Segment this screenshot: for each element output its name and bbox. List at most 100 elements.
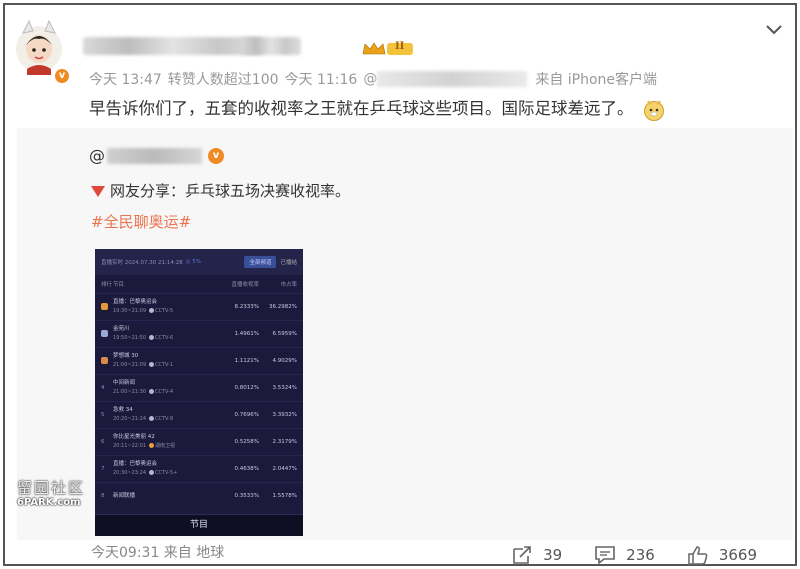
share-value: 2.0447% [272,466,297,472]
program-name: 直播：巴黎奥运会 [113,461,158,467]
rank-hex-icon [101,356,113,366]
ratings-screenshot-image[interactable]: 直播实时 2024.07.30 21:14:28 ◎ 5% 全部频道 已播结 排… [95,249,303,536]
post-source: 来自 iPhone客户端 [535,72,658,88]
rank-number: 8 [101,493,105,499]
rank-number: 7 [101,466,105,472]
original-text: 网友分享：乒乓球五场决赛收视率。 [91,180,350,201]
rating-value: 8.2333% [234,304,259,310]
hashtag-link[interactable]: #全民聊奥运# [91,211,191,232]
table-row: 8 新闻联播 0.3533% 1.5578% [95,482,303,509]
at-mention[interactable]: @ [363,71,377,87]
screenshot-footer: 节目 [95,514,303,536]
col-share: 市占率 [280,282,297,288]
watermark-domain: 6PARK.com [17,497,81,508]
share-value: 3.5324% [272,385,297,391]
repost-count-note: 转赞人数超过100 [167,72,279,88]
rank-number: 5 [101,412,105,418]
screenshot-rows: 直播：巴黎奥运会 19:30~21:09 CCTV-5 8.2333% 36.29… [95,293,303,509]
program-time: 21:00~21:09 [113,362,147,368]
comment-count: 236 [626,546,655,564]
red-triangle-icon [91,186,105,197]
col-rank: 排行 [101,282,113,288]
repost-button[interactable]: 39 [511,545,562,565]
weibo-post-card: v II 今天 13:47 转赞人数超过100 今天 11:16 @ 来自 iP… [3,3,797,566]
rank-hex-icon [101,302,113,312]
share-value: 3.3932% [272,412,297,418]
program-name: 急救 34 [113,407,133,413]
rating-value: 1.1121% [234,358,259,364]
original-text-content: 网友分享：乒乓球五场决赛收视率。 [110,182,351,200]
repost-count: 39 [543,546,563,564]
comment-button[interactable]: 236 [594,545,655,565]
program-time: 20:20~21:24 [113,416,147,422]
program-name: 你比星光美丽 42 [113,434,155,440]
channel-logo-icon [149,416,155,421]
channel-name: CCTV-4 [155,389,174,395]
channel-name: CCTV-8 [155,416,174,422]
share-value: 6.5959% [272,331,297,337]
col-program: 节目 [113,282,125,288]
repost-icon [513,546,531,564]
table-row: 6 你比星光美丽 42 20:11~22:01 湖南卫视 0.5258% 2.31… [95,428,303,455]
verified-badge-icon: v [208,147,224,164]
share-value: 36.2982% [269,304,297,310]
vip-level: II [395,41,405,52]
edit-time: 今天 11:16 [284,72,358,88]
table-row: 金苑川 19:50~21:50 CCTV-6 1.4961% 6.5959% [95,320,303,347]
post-time[interactable]: 今天 13:47 [89,69,162,89]
table-row: 7 直播：巴黎奥运会 20:30~23:24 CCTV-5+ 0.4638% 2.… [95,455,303,482]
channel-logo-icon [149,470,155,475]
share-value: 2.3179% [272,439,297,445]
table-row: 5 急救 34 20:20~21:24 CCTV-8 0.7696% 3.3932… [95,401,303,428]
chevron-down-icon[interactable] [765,21,783,35]
screenshot-toolbar: 直播实时 2024.07.30 21:14:28 ◎ 5% 全部频道 已播结 [95,249,303,275]
rank-hex-icon [101,329,113,339]
watermark-text: 留园社区 [17,479,86,497]
original-author[interactable]: @ v [89,146,224,165]
mention-blurred [377,71,528,87]
action-bar: 39 236 3669 [479,545,757,565]
program-time: 20:30~23:24 [113,470,147,476]
rating-value: 0.7696% [234,412,259,418]
rank-number: 4 [101,385,105,391]
table-row: 梦想城 30 21:00~21:09 CCTV-1 1.1121% 4.9029% [95,347,303,374]
doge-emoji-icon [643,99,665,121]
post-text: 早告诉你们了，五套的收视率之王就在乒乓球这些项目。国际足球差远了。 [89,99,634,118]
table-row: 4 中间新闻 21:00~21:30 CCTV-4 0.8012% 3.5324% [95,374,303,401]
channel-logo-icon [149,308,155,313]
like-button[interactable]: 3669 [687,545,757,565]
vip-crown-icon[interactable]: II [361,41,415,57]
program-time: 19:30~21:09 [113,308,147,314]
screenshot-table-header: 排行 节目 直播收视率 市占率 [95,275,303,293]
program-name: 新闻联播 [113,492,136,499]
program-time: 19:50~21:50 [113,335,147,341]
post-meta: 今天 13:47 转赞人数超过100 今天 11:16 @ 来自 iPhone客… [89,69,663,89]
channel-logo-icon [149,335,155,340]
rating-value: 0.5258% [234,439,259,445]
username-blurred-2 [241,37,301,55]
program-time: 20:11~22:01 [113,443,147,449]
screenshot-btn-done: 已播结 [280,260,297,266]
program-name: 直播：巴黎奥运会 [113,299,158,305]
thumbs-up-icon [688,546,708,565]
rating-value: 0.3533% [234,493,259,499]
program-name: 中间新闻 [113,380,136,386]
channel-name: 湖南卫视 [155,443,176,449]
channel-name: CCTV-1 [155,362,174,368]
verified-badge-icon: v [53,67,71,85]
screenshot-timestamp: 直播实时 2024.07.30 21:14:28 [101,260,183,266]
channel-logo-icon [149,362,155,367]
rating-value: 1.4961% [234,331,259,337]
reposted-content[interactable]: @ v 网友分享：乒乓球五场决赛收视率。 #全民聊奥运# 直播实时 2024.0… [17,128,793,540]
rating-value: 0.8012% [234,385,259,391]
program-name: 梦想城 30 [113,353,139,359]
col-rating: 直播收视率 [231,282,259,288]
channel-logo-icon [149,443,155,448]
repost-time-source[interactable]: 今天09:31 来自 地球 [91,542,224,562]
screenshot-btn-all: 全部频道 [244,256,277,268]
share-value: 1.5578% [272,493,297,499]
screenshot-live: ◎ 5% [185,259,201,265]
comment-icon [595,546,615,565]
username-blurred[interactable] [83,37,263,55]
channel-name: CCTV-5+ [155,470,178,476]
